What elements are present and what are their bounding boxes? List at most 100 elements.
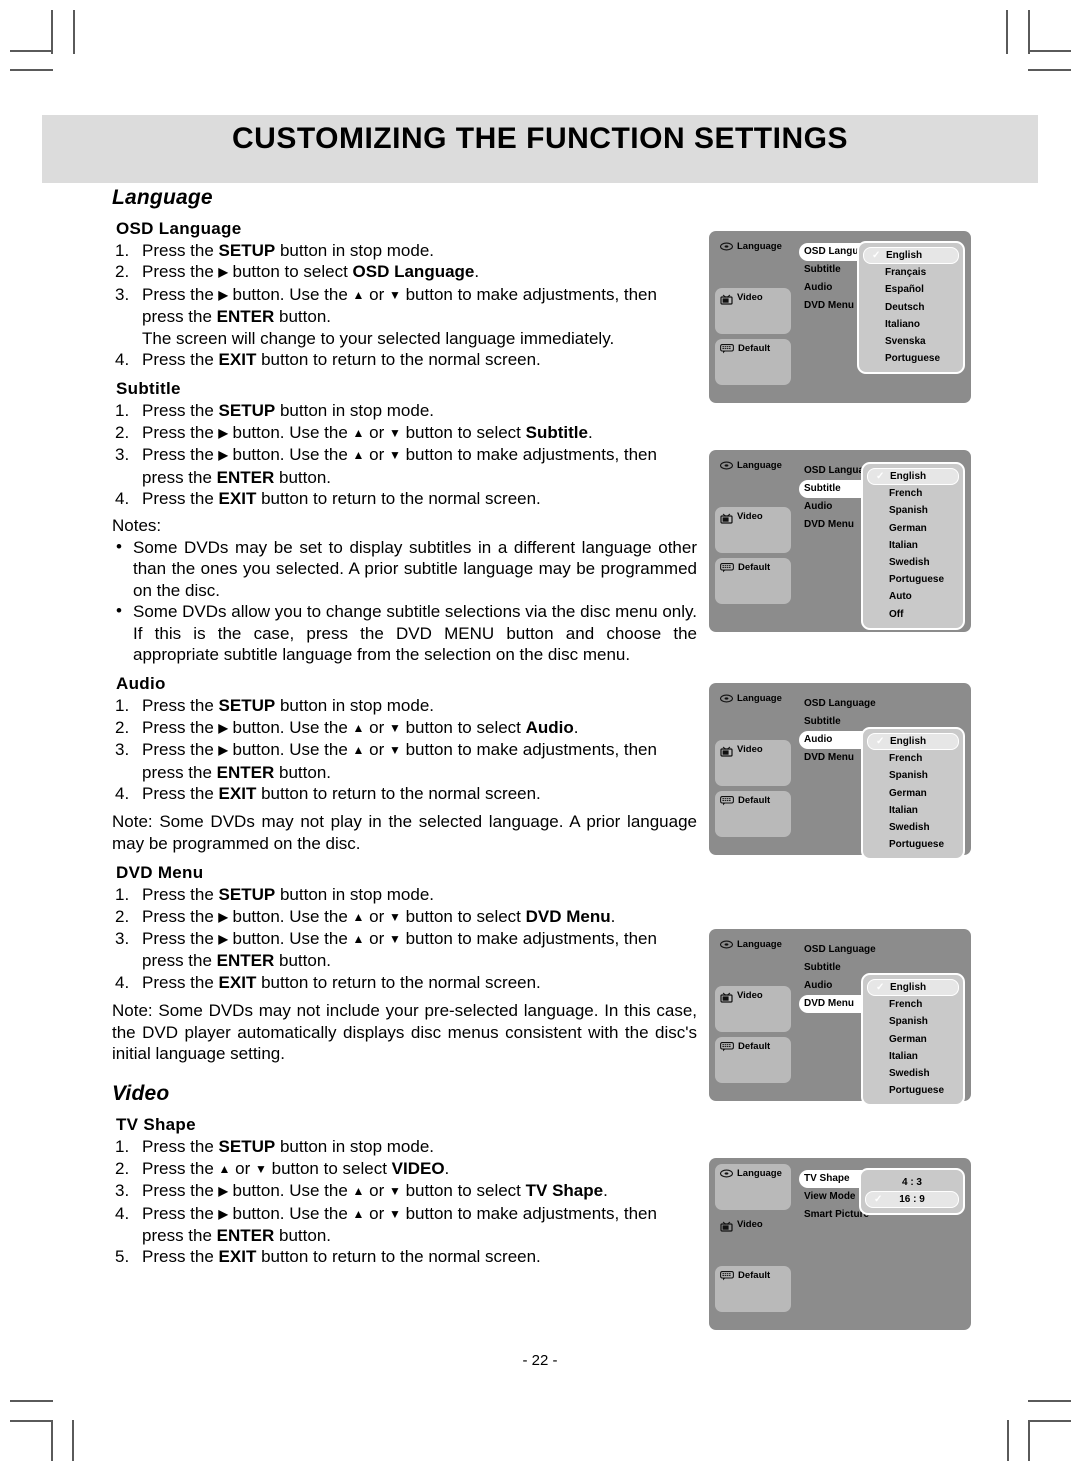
default-icon [720,1042,734,1055]
default-icon [720,1271,734,1284]
osd-option-swedish[interactable]: Swedish [863,1065,963,1082]
instructions-column: Language OSD Language 1. Press the SETUP … [112,186,697,1268]
osd-option-french[interactable]: French [863,485,963,502]
osd-option-german[interactable]: German [863,785,963,802]
osd-sidebar-label: Default [738,1041,771,1052]
subsection-heading-dvd-menu: DVD Menu [116,863,204,883]
step-number: 3. [115,445,130,465]
osd-option-svenska[interactable]: Svenska [859,333,963,350]
osd-sidebar-item-default[interactable]: Default [715,339,791,385]
osd-screenshot-language: Language Video Default OSD Language Subtitle… [709,231,971,403]
disc-icon [719,242,734,254]
osd-option-italian[interactable]: Italian [863,802,963,819]
osd-sidebar-item-language[interactable]: Language [715,689,799,735]
osd-option-espa-ol[interactable]: Español [859,281,963,298]
subtitle-notes: • Some DVDs may be set to display subtitl… [112,537,697,665]
osd-option-french[interactable]: French [863,750,963,767]
osd-option-english[interactable]: ✓ English [863,247,959,265]
osd-sidebar-label: Default [738,1270,771,1281]
osd-sidebar-item-video[interactable]: Video [715,1215,799,1261]
osd-screenshot-subtitle: Language Video Default OSD Language Subtitle… [709,450,971,632]
osd-option-16-9[interactable]: ✓ 16 : 9 [865,1191,959,1209]
osd-sidebar-label: Language [737,241,782,252]
osd-sidebar-item-default[interactable]: Default [715,558,791,604]
instruction-step: 3. Press the ▶ button. Use the ▲ or ▼ but… [115,284,657,327]
osd-option-english[interactable]: ✓ English [867,733,959,751]
osd-option-swedish[interactable]: Swedish [863,554,963,571]
osd-sidebar-label: Default [738,562,771,573]
bullet-icon: • [116,536,122,556]
instruction-step: 4. Press the EXIT button to return to the… [115,489,541,509]
osd-option-english[interactable]: ✓ English [867,468,959,486]
osd-menu-item-osd-language[interactable]: OSD Language [799,695,883,713]
steps-audio: 1. Press the SETUP button in stop mode. 2.… [112,695,697,804]
check-icon: ✓ [876,736,885,747]
instruction-step: 2. Press the ▲ or ▼ button to select VIDE… [115,1158,450,1178]
osd-option-german[interactable]: German [863,1031,963,1048]
page-title: CUSTOMIZING THE FUNCTION SETTINGS [232,122,848,155]
osd-sidebar-item-language[interactable]: Language [715,456,799,502]
dvd-menu-note: Note: Some DVDs may not include your pre… [112,1001,697,1063]
osd-option-auto[interactable]: Auto [863,588,963,605]
osd-option-portuguese[interactable]: Portuguese [863,836,963,853]
osd-option-off[interactable]: Off [863,606,963,623]
crop-mark-tl-h2 [10,69,53,71]
subtitle-notes-label: Notes: [112,516,162,536]
osd-option-spanish[interactable]: Spanish [863,1013,963,1030]
osd-sidebar: Language Video Default [715,689,799,842]
osd-sidebar-item-video[interactable]: Video [715,740,791,786]
steps-tv-shape: 1. Press the SETUP button in stop mode. 2.… [112,1136,697,1267]
step-number: 4. [115,489,130,509]
instruction-step: 3. Press the ▶ button. Use the ▲ or ▼ but… [115,1181,608,1201]
osd-sidebar-item-default[interactable]: Default [715,791,791,837]
osd-screenshot-tvshape: Language Video Default TV Shape View Mode Sma… [709,1158,971,1330]
osd-sidebar-item-video[interactable]: Video [715,507,791,553]
instruction-step: 1. Press the SETUP button in stop mode. [115,401,435,421]
step-number: 2. [115,717,130,737]
subsection-heading-osd-language: OSD Language [116,219,242,238]
osd-option-deutsch[interactable]: Deutsch [859,299,963,316]
crop-mark-bl-v1 [51,1420,53,1461]
osd-option-list: ✓ English French Spanish German Italian Swedis… [861,462,965,630]
osd-option-french[interactable]: French [863,996,963,1013]
osd-screenshot-audio: Language Video Default OSD Language Subtitle… [709,683,971,861]
osd-option-spanish[interactable]: Spanish [863,502,963,519]
osd-sidebar-item-video[interactable]: Video [715,288,791,334]
bullet-icon: • [116,601,122,621]
osd-sidebar: Language Video Default [715,1164,799,1317]
osd-option-italiano[interactable]: Italiano [859,316,963,333]
osd-sidebar-item-default[interactable]: Default [715,1266,791,1312]
osd-sidebar-label: Language [737,693,782,704]
page-number: - 22 - [522,1352,558,1369]
disc-icon [719,1169,734,1181]
osd-option-italian[interactable]: Italian [863,537,963,554]
osd-option-english[interactable]: ✓ English [867,979,959,997]
osd-option-fran-ais[interactable]: Français [859,264,963,281]
osd-option-german[interactable]: German [863,520,963,537]
osd-option-4-3[interactable]: 4 : 3 [861,1174,963,1191]
audio-note: Note: Some DVDs may not play in the sele… [112,812,697,853]
osd-sidebar-item-language[interactable]: Language [715,1164,791,1210]
osd-sidebar-item-default[interactable]: Default [715,1037,791,1083]
subsection-heading-tv-shape: TV Shape [116,1115,196,1135]
osd-sidebar-item-video[interactable]: Video [715,986,791,1032]
osd-sidebar-item-language[interactable]: Language [715,935,799,981]
subsection-heading-subtitle: Subtitle [116,379,181,399]
tv-icon [720,512,733,527]
crop-mark-tr-h1 [1028,50,1071,52]
osd-option-spanish[interactable]: Spanish [863,767,963,784]
check-icon: ✓ [872,250,881,261]
disc-icon [719,940,734,952]
osd-sidebar-item-language[interactable]: Language [715,237,799,283]
crop-mark-tr-v2 [1028,10,1030,54]
instruction-step: 2. Press the ▶ button. Use the ▲ or ▼ but… [115,906,616,926]
osd-option-portuguese[interactable]: Portuguese [859,350,963,367]
osd-option-swedish[interactable]: Swedish [863,819,963,836]
osd-menu-item-osd-language[interactable]: OSD Language [799,941,883,959]
steps-osd-language-last: 4. Press the EXIT button to return to the… [112,349,697,370]
osd-option-portuguese[interactable]: Portuguese [863,1082,963,1099]
osd-option-portuguese[interactable]: Portuguese [863,571,963,588]
step-number: 5. [115,1247,130,1267]
check-icon: ✓ [874,1194,883,1206]
osd-option-italian[interactable]: Italian [863,1048,963,1065]
